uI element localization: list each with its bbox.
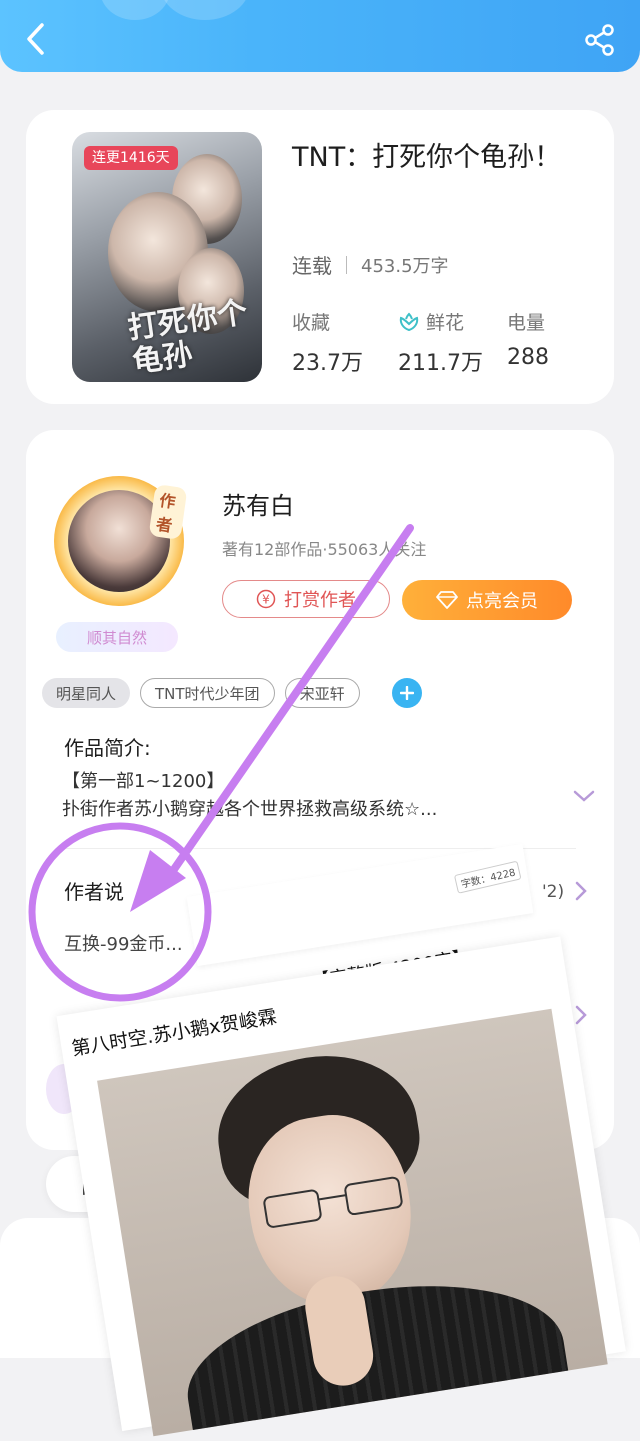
- annotation-arrow-line: [164, 524, 414, 882]
- annotation-overlay: [28, 524, 414, 1002]
- annotation-circle: [28, 822, 212, 1002]
